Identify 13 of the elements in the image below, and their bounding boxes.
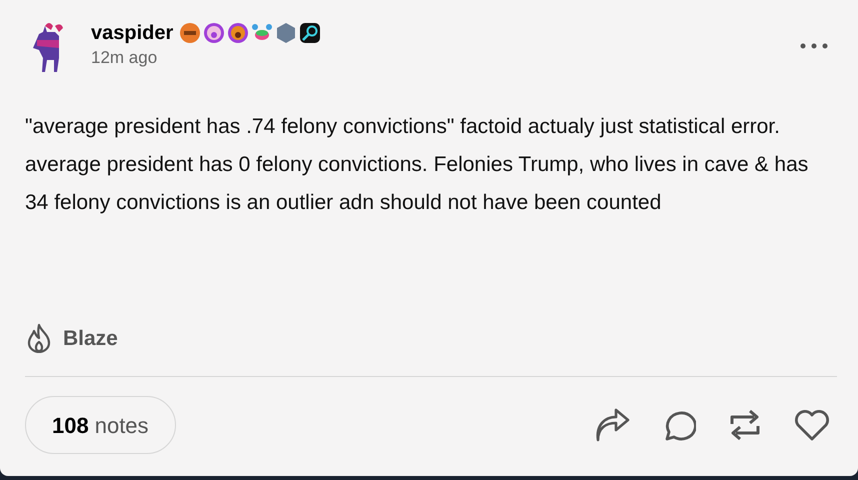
share-icon[interactable] (594, 408, 630, 442)
search-badge-icon (299, 22, 322, 44)
heart-icon[interactable] (794, 408, 830, 442)
post-text: "average president has .74 felony convictions" factoid actualy just statistical error. average president has 0 felony convictions. Felonies Trump, who lives in cave & has 34 felony convictions is an outlier adn should not have been counted (25, 114, 810, 216)
flame-icon (25, 323, 53, 354)
notes-button[interactable]: 108 notes (25, 396, 176, 454)
post-time: 12m ago (91, 48, 158, 68)
reblog-icon[interactable] (728, 408, 762, 442)
more-options-icon[interactable] (799, 42, 829, 50)
author-name[interactable]: vaspider (91, 18, 174, 48)
blaze-button[interactable]: Blaze (25, 322, 118, 354)
badge-icon (179, 22, 202, 44)
hexagon-badge-icon (275, 22, 298, 44)
